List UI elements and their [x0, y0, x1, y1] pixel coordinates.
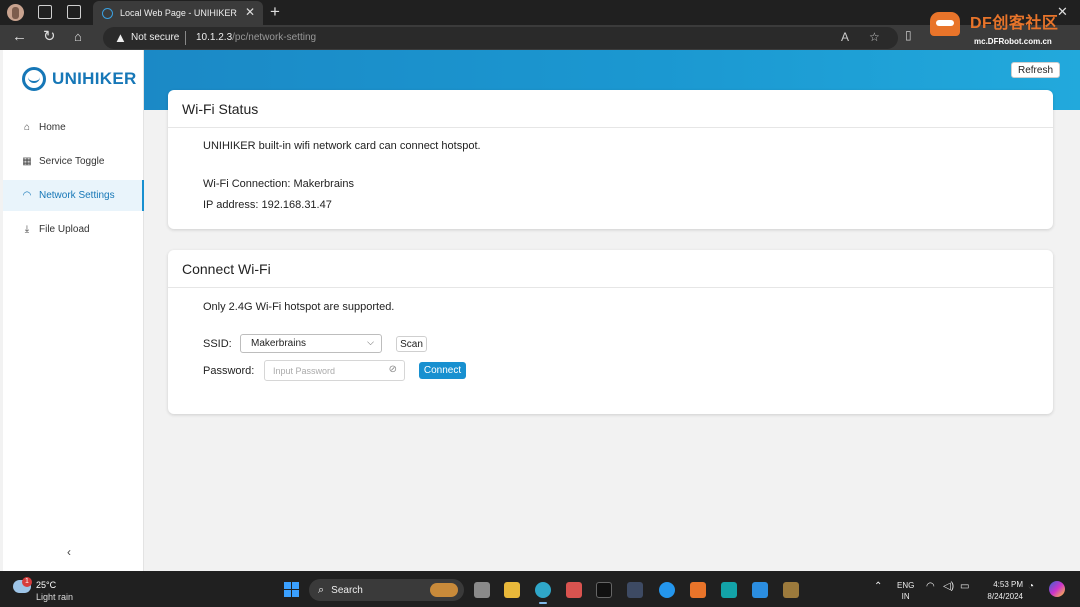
connect-wifi-card: Connect Wi-Fi Only 2.4G Wi-Fi hotspot ar…: [168, 250, 1053, 414]
language-code: ENG: [897, 581, 915, 590]
wifi-tray-icon[interactable]: ◠: [926, 581, 935, 592]
weather-temperature[interactable]: 25°C: [36, 580, 56, 590]
start-button[interactable]: [284, 582, 299, 597]
profile-avatar[interactable]: [7, 4, 24, 21]
security-label[interactable]: Not secure: [131, 32, 179, 43]
edge-browser-icon[interactable]: [535, 582, 551, 604]
sidebar: UNIHIKER ⌂ Home ▦ Service Toggle ◠ Netwo…: [3, 50, 144, 571]
davinci-resolve-icon[interactable]: [627, 582, 643, 598]
search-highlight-image: [430, 583, 458, 597]
tab-actions-icon[interactable]: [67, 5, 81, 19]
read-aloud-icon[interactable]: A: [841, 30, 849, 44]
workspaces-icon[interactable]: [38, 5, 52, 19]
clock-time: 4:53 PM: [993, 580, 1023, 589]
sidebar-menu: ⌂ Home ▦ Service Toggle ◠ Network Settin…: [3, 112, 144, 248]
url-host: 10.1.2.3: [196, 32, 233, 43]
card-title: Wi-Fi Status: [168, 90, 1053, 128]
reload-icon[interactable]: ↻: [43, 28, 56, 46]
ssid-value: Makerbrains: [251, 338, 307, 349]
store-icon[interactable]: [566, 582, 582, 598]
password-placeholder: Input Password: [273, 365, 336, 376]
tab-title: Local Web Page - UNIHIKER: [120, 8, 237, 18]
sidebar-item-home[interactable]: ⌂ Home: [3, 112, 144, 143]
arduino-icon[interactable]: [721, 582, 737, 598]
url-separator: [185, 31, 186, 45]
region-code: IN: [901, 592, 910, 601]
page-viewport: UNIHIKER ⌂ Home ▦ Service Toggle ◠ Netwo…: [0, 50, 1080, 571]
sidebar-item-label: Network Settings: [39, 190, 115, 201]
sidebar-item-label: Service Toggle: [39, 156, 105, 167]
search-icon: ⌕: [318, 583, 325, 596]
pinned-app-icon[interactable]: [783, 582, 799, 598]
wifi-status-card: Wi-Fi Status UNIHIKER built-in wifi netw…: [168, 90, 1053, 229]
collapse-sidebar-icon[interactable]: ‹: [67, 545, 71, 559]
sidebar-item-service-toggle[interactable]: ▦ Service Toggle: [3, 146, 144, 177]
language-indicator[interactable]: ENG IN: [897, 580, 914, 602]
password-label: Password:: [203, 365, 255, 377]
wifi-connection-value: Wi-Fi Connection: Makerbrains: [203, 178, 354, 190]
taskbar: 1 25°C Light rain ⌕ Search ⌃ ENG IN ◠ ◁)…: [0, 571, 1080, 607]
browser-tab-bar: Local Web Page - UNIHIKER ✕ + ✕: [0, 0, 1080, 25]
wifi-description: UNIHIKER built-in wifi network card can …: [203, 140, 481, 152]
grid-icon: ▦: [22, 156, 32, 167]
back-icon[interactable]: ←: [12, 28, 27, 46]
file-explorer-icon[interactable]: [504, 582, 520, 598]
logo-ring-icon: [22, 67, 46, 91]
wifi-icon: ◠: [22, 190, 32, 201]
logo-text: UNIHIKER: [52, 69, 137, 88]
url-path: /pc/network-setting: [232, 32, 317, 43]
password-input[interactable]: Input Password ⊘: [264, 360, 405, 381]
hide-password-icon[interactable]: ⊘: [389, 364, 397, 375]
home-icon: ⌂: [23, 122, 31, 133]
task-view-icon[interactable]: [474, 582, 490, 598]
sidebar-item-label: File Upload: [39, 224, 90, 235]
refresh-button[interactable]: Refresh: [1011, 62, 1060, 78]
scan-button[interactable]: Scan: [396, 336, 427, 352]
page-favicon-icon: [102, 7, 113, 19]
clock-date: 8/24/2024: [987, 592, 1023, 601]
window-close-icon[interactable]: ✕: [1057, 4, 1068, 20]
tab-close-icon[interactable]: ✕: [245, 5, 255, 19]
show-hidden-icons-chevron-icon[interactable]: ⌃: [874, 581, 882, 592]
home-browser-icon[interactable]: ⌂: [74, 28, 82, 46]
sidebar-item-label: Home: [39, 122, 66, 133]
chevron-down-icon: ⌵: [367, 337, 374, 347]
sidebar-item-file-upload[interactable]: ⤓ File Upload: [3, 214, 144, 245]
ssid-label: SSID:: [203, 338, 232, 350]
unihiker-logo[interactable]: UNIHIKER: [22, 67, 137, 91]
system-clock[interactable]: 4:53 PM 8/24/2024: [981, 579, 1023, 603]
notification-bell-icon[interactable]: ◔: [1028, 581, 1034, 592]
docker-icon[interactable]: [659, 582, 675, 598]
card-title: Connect Wi-Fi: [168, 250, 1053, 288]
upload-icon: ⤓: [24, 224, 30, 235]
warning-icon: ▲: [114, 30, 127, 45]
copilot-icon[interactable]: [1049, 581, 1065, 597]
ssid-select[interactable]: Makerbrains ⌵: [240, 334, 382, 353]
connect-button[interactable]: Connect: [419, 362, 466, 379]
search-label: Search: [331, 584, 363, 596]
browser-address-bar: ← ↻ ⌂ ▲ Not secure 10.1.2.3/pc/network-s…: [0, 25, 1080, 50]
new-tab-icon[interactable]: +: [270, 1, 280, 23]
vscode-icon[interactable]: [752, 582, 768, 598]
url-text: 10.1.2.3/pc/network-setting: [196, 32, 316, 43]
url-field[interactable]: ▲ Not secure 10.1.2.3/pc/network-setting…: [103, 27, 898, 49]
battery-icon[interactable]: ▭: [960, 581, 969, 592]
wifi-note: Only 2.4G Wi-Fi hotspot are supported.: [203, 301, 395, 313]
weather-condition[interactable]: Light rain: [36, 592, 73, 602]
browser-tab[interactable]: Local Web Page - UNIHIKER ✕: [93, 1, 263, 25]
volume-icon[interactable]: ◁): [943, 581, 954, 592]
fusion-app-icon[interactable]: [690, 582, 706, 598]
split-screen-icon[interactable]: ▯: [905, 28, 912, 42]
favorite-star-icon[interactable]: ☆: [869, 30, 880, 44]
sidebar-item-network-settings[interactable]: ◠ Network Settings: [3, 180, 144, 211]
taskbar-search[interactable]: ⌕ Search: [309, 579, 464, 601]
ip-address-value: IP address: 192.168.31.47: [203, 199, 332, 211]
gaming-app-icon[interactable]: [596, 582, 612, 598]
weather-alert-badge: 1: [22, 577, 32, 587]
